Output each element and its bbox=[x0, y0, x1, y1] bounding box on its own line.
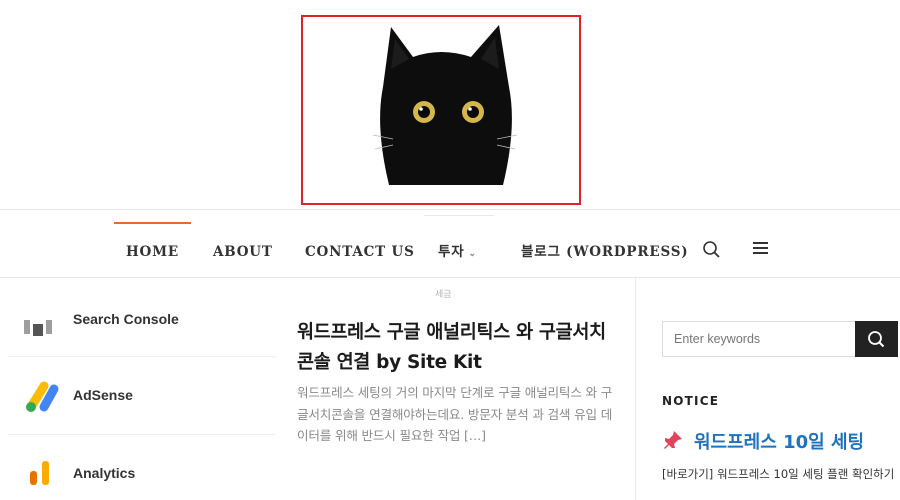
nav-divider bbox=[0, 277, 900, 278]
chevron-down-icon: ⌄ bbox=[468, 249, 477, 259]
list-item: Analytics bbox=[8, 435, 276, 500]
nav-invest-label: 투자 bbox=[438, 244, 465, 260]
notice-heading: NOTICE bbox=[662, 394, 720, 408]
list-item: Search Console bbox=[8, 290, 276, 357]
nav-invest[interactable]: 투자 ⌄ bbox=[438, 222, 477, 277]
nav-hint-line bbox=[424, 215, 494, 216]
search-icon[interactable] bbox=[700, 238, 722, 260]
search-button[interactable] bbox=[855, 321, 898, 357]
tool-label: AdSense bbox=[73, 387, 133, 403]
column-divider bbox=[635, 278, 636, 500]
nav-contact-us[interactable]: CONTACT US bbox=[305, 222, 415, 277]
list-item: AdSense bbox=[8, 357, 276, 435]
analytics-icon bbox=[30, 461, 49, 485]
search-console-icon bbox=[24, 320, 52, 336]
tool-label: Search Console bbox=[73, 311, 179, 327]
header-divider bbox=[0, 209, 900, 210]
search-icon bbox=[868, 331, 885, 348]
search-input[interactable] bbox=[662, 321, 855, 357]
notice-title-text: 워드프레스 10일 세팅 bbox=[694, 432, 865, 453]
nav-blog-wordpress[interactable]: 블로그 (WORDPRESS) bbox=[521, 222, 688, 277]
post-title[interactable]: 워드프레스 구글 애널리틱스 와 구글서치콘솔 연결 by Site Kit bbox=[297, 318, 617, 378]
category-label: 세금 bbox=[435, 290, 452, 300]
nav-about[interactable]: ABOUT bbox=[213, 222, 273, 277]
notice-link[interactable]: [바로가기] 워드프레스 10일 세팅 플랜 확인하기 bbox=[662, 466, 894, 482]
menu-icon[interactable] bbox=[750, 238, 772, 260]
adsense-icon bbox=[26, 381, 59, 412]
pushpin-icon bbox=[664, 431, 682, 449]
site-logo[interactable] bbox=[301, 15, 581, 205]
black-cat-icon bbox=[372, 25, 518, 185]
nav-home[interactable]: HOME bbox=[114, 222, 191, 277]
post-excerpt: 워드프레스 세팅의 거의 마지막 단계로 구글 애널리틱스 와 구글서치콘솔을 … bbox=[297, 385, 613, 443]
tool-label: Analytics bbox=[73, 465, 136, 481]
notice-title[interactable]: 워드프레스 10일 세팅 bbox=[662, 428, 864, 454]
post-thumbnail[interactable]: Search Console AdSense Analytics bbox=[0, 290, 280, 500]
